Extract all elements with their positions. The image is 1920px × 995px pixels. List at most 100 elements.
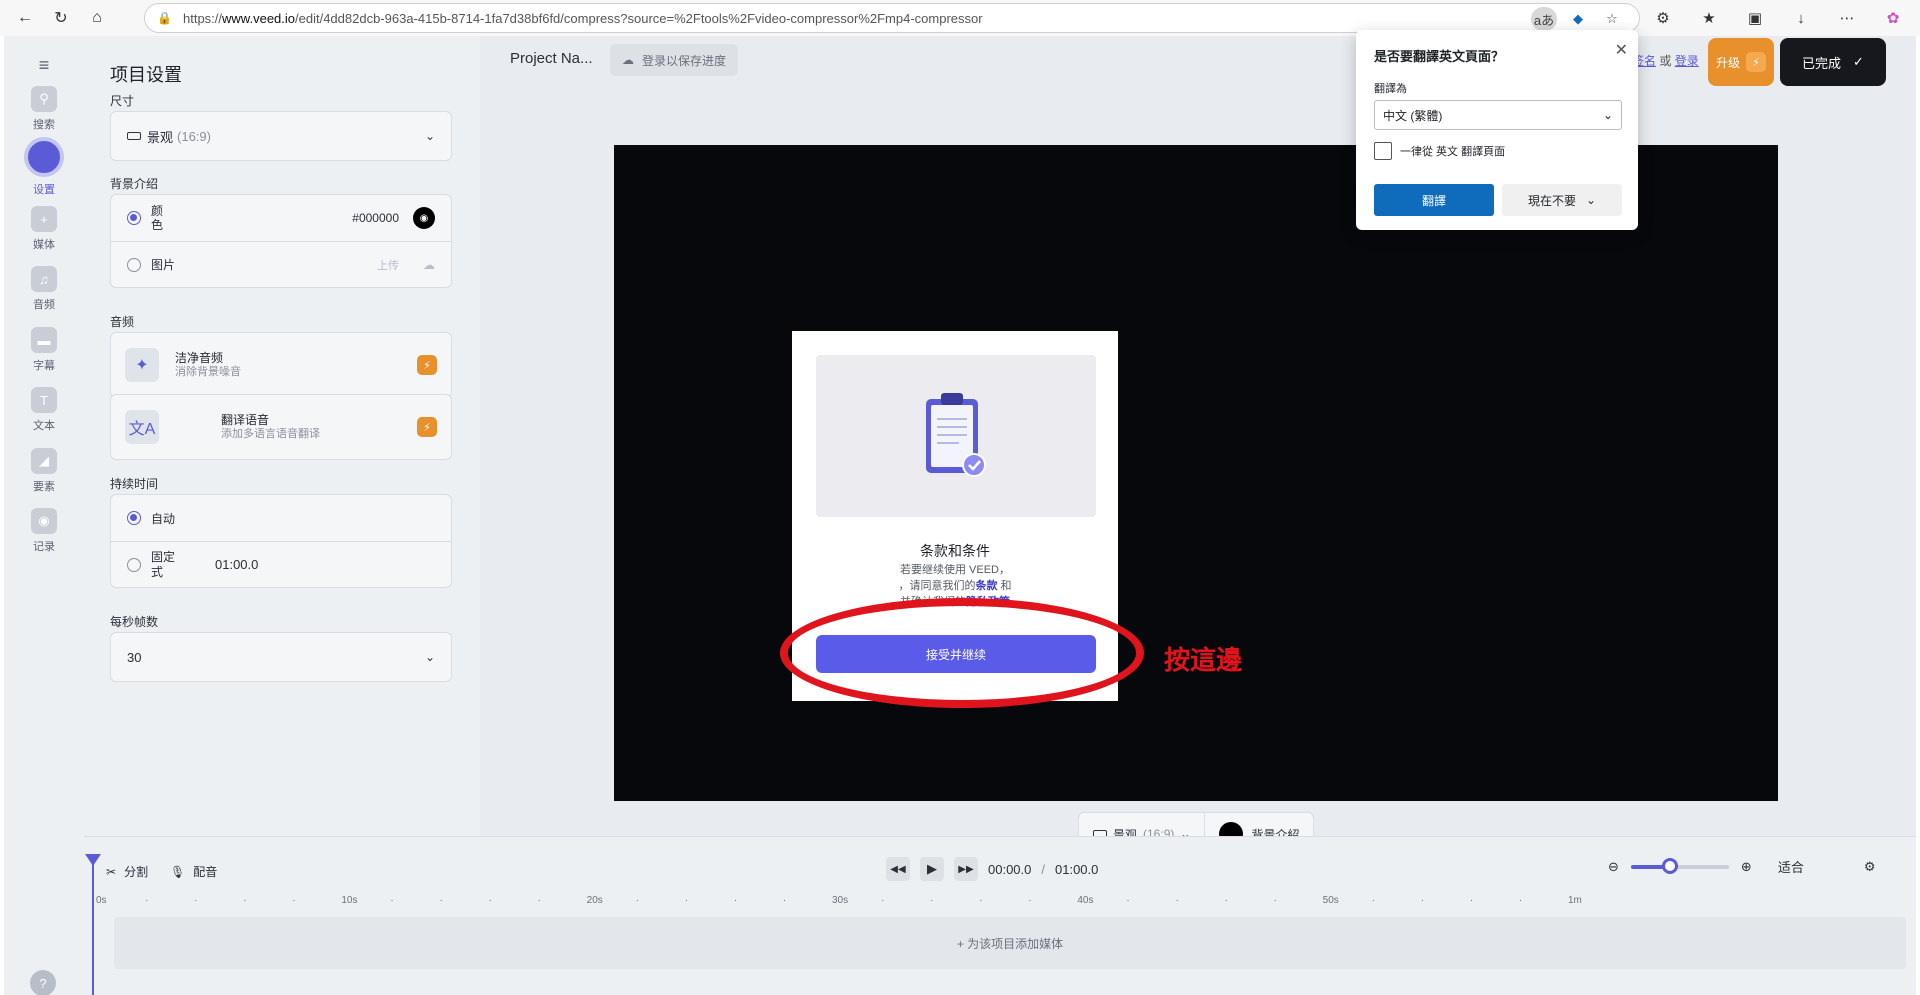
login-link[interactable]: 登录	[1675, 54, 1699, 68]
language-select[interactable]: 中文 (繁體) ⌄	[1374, 100, 1622, 130]
zoom-controls: ⊖ ⊕ 适合 ⚙	[1608, 857, 1875, 876]
or-text: 或	[1659, 54, 1672, 68]
ruler-tick: ·	[881, 895, 885, 906]
rail-item-subtitles[interactable]: ▬ 字幕	[4, 327, 84, 373]
time-separator: /	[1041, 861, 1045, 877]
settings-icon	[24, 137, 64, 177]
tag-icon[interactable]: ◆	[1565, 7, 1591, 31]
background-options: 颜色 #000000 ◉ 图片 上传 ☁	[110, 194, 452, 288]
address-bar[interactable]: 🔒 https://www.veed.io/edit/4dd82dcb-963a…	[144, 3, 1640, 33]
radio-color[interactable]	[127, 211, 141, 225]
favorites-icon[interactable]: ★	[1696, 5, 1722, 31]
voiceover-button[interactable]: 🎙 配音	[170, 863, 217, 880]
ruler-label: 20s	[586, 895, 603, 906]
bg-color-label: 颜色	[151, 203, 164, 232]
rail-label: 设置	[33, 184, 55, 196]
always-translate-checkbox[interactable]	[1374, 142, 1392, 160]
menu-icon[interactable]: ≡	[4, 52, 84, 82]
fit-button[interactable]: 适合	[1778, 857, 1804, 876]
size-label: 尺寸	[110, 94, 135, 108]
always-translate-option[interactable]: 一律從 英文 翻譯頁面	[1374, 142, 1505, 160]
bg-image-option[interactable]: 图片 上传 ☁	[111, 241, 451, 287]
modal-and: 和	[1000, 579, 1012, 592]
translate-voice-card[interactable]: 文A 翻译语音 添加多语言语音翻译 ⚡	[110, 394, 452, 460]
size-dropdown[interactable]: 景观 (16:9) ⌄	[110, 111, 452, 161]
translate-button[interactable]: 翻譯	[1374, 184, 1494, 216]
check-icon: ✓	[1853, 54, 1864, 69]
duration-value[interactable]: 01:00.0	[215, 557, 258, 572]
rewind-icon[interactable]: ◀◀	[886, 857, 910, 881]
cloud-off-icon: ☁	[622, 53, 634, 67]
rail-item-audio[interactable]: ♫ 音频	[4, 266, 84, 312]
color-swatch-icon[interactable]: ◉	[413, 207, 435, 229]
zoom-out-icon[interactable]: ⊖	[1608, 859, 1619, 875]
close-icon[interactable]: ✕	[1615, 40, 1628, 60]
rail-item-media[interactable]: + 媒体	[4, 206, 84, 252]
search-icon: ⚲	[31, 86, 57, 112]
upload-cloud-icon: ☁	[423, 257, 435, 272]
subtitles-icon: ▬	[31, 327, 57, 353]
annotation-text: 按這邊	[1164, 645, 1243, 675]
rail-item-search[interactable]: ⚲ 搜索	[4, 86, 84, 132]
downloads-icon[interactable]: ↓	[1788, 5, 1814, 31]
text-icon: T	[31, 387, 57, 413]
fps-dropdown[interactable]: 30 ⌄	[110, 632, 452, 682]
clean-audio-card[interactable]: ✦ 洁净音频 消除背景噪音 ⚡	[110, 332, 452, 398]
voiceover-label: 配音	[193, 865, 218, 879]
project-settings-panel: 项目设置 尺寸 景观 (16:9) ⌄ 背景介绍 颜色 #000000 ◉ 图片…	[84, 36, 480, 836]
done-button[interactable]: 已完成 ✓	[1780, 38, 1886, 86]
zoom-in-icon[interactable]: ⊕	[1741, 859, 1752, 875]
copilot-icon[interactable]: ✿	[1880, 5, 1906, 31]
clipboard-icon	[926, 393, 986, 477]
extensions-icon[interactable]: ⚙	[1650, 5, 1676, 31]
favorite-star-icon[interactable]: ☆	[1599, 7, 1625, 31]
radio-auto[interactable]	[127, 511, 141, 525]
login-save-button[interactable]: ☁ 登录以保存进度	[610, 44, 739, 76]
ruler-tick: ·	[1273, 895, 1277, 906]
duration-fixed-option[interactable]: 固定式 01:00.0	[111, 541, 451, 587]
rail-item-elements[interactable]: ◢ 要素	[4, 448, 84, 494]
add-media-track[interactable]: + 为该项目添加媒体	[114, 917, 1906, 969]
project-name[interactable]: Project Na...	[510, 50, 593, 67]
play-icon[interactable]: ▶	[920, 857, 944, 881]
refresh-icon[interactable]: ↻	[50, 7, 72, 29]
video-canvas[interactable]	[614, 145, 1778, 801]
zoom-slider-knob[interactable]	[1662, 857, 1679, 874]
duration-auto-option[interactable]: 自动	[111, 495, 451, 541]
zoom-slider[interactable]	[1630, 857, 1729, 874]
rail-label: 媒体	[33, 239, 55, 251]
rail-label: 要素	[33, 481, 55, 493]
add-media-label: + 为该项目添加媒体	[956, 936, 1064, 951]
not-now-button[interactable]: 現在不要 ⌄	[1502, 184, 1622, 216]
home-icon[interactable]: ⌂	[86, 7, 108, 29]
duration-label: 持续时间	[110, 477, 159, 491]
translate-icon[interactable]: aあ	[1531, 7, 1557, 31]
translate-icon: 文A	[125, 410, 159, 444]
back-icon[interactable]: ←	[14, 7, 36, 29]
ruler-tick: ·	[684, 895, 689, 906]
clean-audio-title: 洁净音频	[175, 350, 224, 365]
rail-item-record[interactable]: ◉ 记录	[4, 508, 84, 554]
size-ratio: (16:9)	[177, 128, 211, 144]
timeline-ruler[interactable]: 0s · · · · 10s · · · · 20s · · · · 30s · · · · 40s · · · · 50s · · ·…	[96, 893, 1916, 913]
rail-item-text[interactable]: T 文本	[4, 387, 84, 433]
auth-links: 签名 或 登录	[1632, 52, 1699, 69]
terms-link[interactable]: 条款	[975, 580, 997, 592]
radio-image[interactable]	[127, 257, 141, 272]
ruler-tick: ·	[1469, 895, 1474, 906]
elements-icon: ◢	[31, 448, 57, 474]
fast-forward-icon[interactable]: ▶▶	[954, 857, 978, 881]
more-menu-icon[interactable]: ⋯	[1834, 5, 1860, 31]
upgrade-button[interactable]: 升级 ⚡	[1708, 38, 1774, 86]
ruler-tick: ·	[488, 895, 492, 906]
ruler-tick: ·	[439, 895, 443, 906]
settings-gear-icon[interactable]: ⚙	[1864, 859, 1876, 875]
collections-icon[interactable]: ▣	[1742, 5, 1768, 31]
rail-item-settings[interactable]: 设置	[4, 137, 84, 197]
audio-label: 音频	[110, 315, 135, 329]
timeline-playhead[interactable]	[85, 854, 101, 995]
help-icon[interactable]: ?	[30, 970, 56, 995]
bg-color-option[interactable]: 颜色 #000000 ◉	[111, 195, 451, 241]
radio-fixed[interactable]	[127, 557, 141, 572]
split-button[interactable]: ✂ 分割	[106, 863, 148, 880]
